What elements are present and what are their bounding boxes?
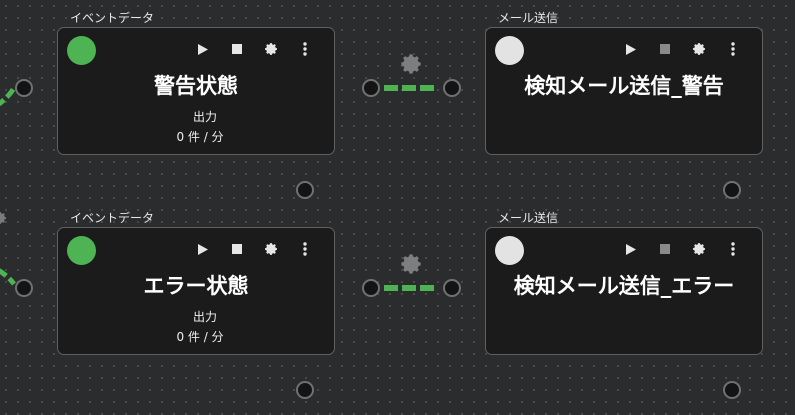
gear-icon	[0, 212, 6, 224]
gear-icon[interactable]	[682, 38, 716, 60]
play-icon[interactable]	[614, 238, 648, 260]
bottom-port[interactable]	[296, 381, 314, 399]
play-icon[interactable]	[186, 238, 220, 260]
node-toolbar	[614, 38, 750, 60]
event-node-warning[interactable]: 警告状態 出力 0 件 / 分	[57, 27, 335, 155]
connection-link[interactable]	[384, 85, 438, 91]
more-vertical-icon[interactable]	[716, 238, 750, 260]
gear-icon[interactable]	[254, 38, 288, 60]
node-title: 警告状態	[154, 74, 238, 98]
node-type-label: イベントデータ	[70, 11, 155, 25]
node-title: 検知メール送信_警告	[524, 74, 724, 98]
output-rate: 0 件 / 分	[176, 330, 224, 344]
more-vertical-icon[interactable]	[288, 38, 322, 60]
node-type-label: メール送信	[498, 211, 559, 225]
node-toolbar	[614, 238, 750, 260]
status-indicator	[67, 36, 96, 65]
node-type-label: メール送信	[498, 11, 559, 25]
stop-icon[interactable]	[648, 38, 682, 60]
node-toolbar	[186, 238, 322, 260]
mail-node-error[interactable]: 検知メール送信_エラー	[485, 227, 763, 355]
more-vertical-icon[interactable]	[288, 238, 322, 260]
input-port[interactable]	[443, 279, 461, 297]
incoming-connection-arc	[0, 268, 16, 286]
node-toolbar	[186, 38, 322, 60]
input-port[interactable]	[15, 79, 33, 97]
output-port[interactable]	[362, 79, 380, 97]
stop-icon[interactable]	[648, 238, 682, 260]
status-indicator	[495, 236, 524, 265]
output-label: 出力	[192, 110, 217, 124]
more-vertical-icon[interactable]	[716, 38, 750, 60]
bottom-port[interactable]	[723, 381, 741, 399]
play-icon[interactable]	[186, 38, 220, 60]
node-title: 検知メール送信_エラー	[513, 274, 735, 298]
bottom-port[interactable]	[723, 181, 741, 199]
input-port[interactable]	[443, 79, 461, 97]
gear-icon[interactable]	[398, 251, 424, 277]
connection-link[interactable]	[384, 285, 438, 291]
bottom-port[interactable]	[296, 181, 314, 199]
input-port[interactable]	[15, 279, 33, 297]
play-icon[interactable]	[614, 38, 648, 60]
node-title: エラー状態	[143, 274, 249, 298]
output-port[interactable]	[362, 279, 380, 297]
status-indicator	[495, 36, 524, 65]
status-indicator	[67, 236, 96, 265]
stop-icon[interactable]	[220, 238, 254, 260]
node-type-label: イベントデータ	[70, 211, 155, 225]
event-node-error[interactable]: エラー状態 出力 0 件 / 分	[57, 227, 335, 355]
gear-icon[interactable]	[682, 238, 716, 260]
gear-icon[interactable]	[398, 51, 424, 77]
output-rate: 0 件 / 分	[176, 130, 224, 144]
mail-node-warning[interactable]: 検知メール送信_警告	[485, 27, 763, 155]
gear-icon[interactable]	[254, 238, 288, 260]
output-label: 出力	[192, 310, 217, 324]
stop-icon[interactable]	[220, 38, 254, 60]
